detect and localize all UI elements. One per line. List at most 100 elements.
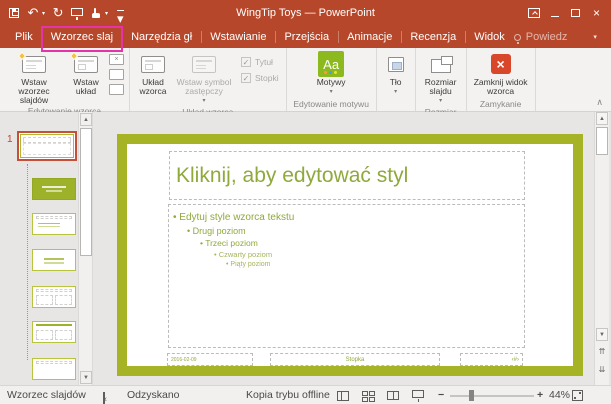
slideshow-button[interactable] xyxy=(410,389,426,402)
slide-master-thumbnail[interactable] xyxy=(17,131,77,161)
layout-thumbnail-title-only[interactable] xyxy=(32,358,76,380)
title-placeholder[interactable]: Kliknij, aby edytować styl xyxy=(169,151,525,200)
tell-me-dropdown-icon[interactable]: ▾ xyxy=(593,33,597,41)
master-checkboxes: ✓ Tytuł ✓ Stopki xyxy=(235,50,283,83)
preserve-master-button[interactable] xyxy=(109,84,124,95)
insert-placeholder-button[interactable]: Wstaw symbol zastępczy ▾ xyxy=(173,50,235,106)
thumbnails-scrollbar[interactable]: ▲ ▼ xyxy=(78,112,93,385)
layout-thumbnail-title[interactable] xyxy=(32,178,76,200)
touch-mode-dropdown-icon[interactable]: ▾ xyxy=(105,10,108,17)
rename-master-button[interactable] xyxy=(109,69,124,80)
monitor-icon xyxy=(71,8,83,16)
reading-view-button[interactable] xyxy=(385,389,401,402)
dropdown-arrow-icon: ▾ xyxy=(202,97,205,106)
slideshow-icon xyxy=(412,390,424,398)
save-icon[interactable] xyxy=(8,6,20,20)
zoom-percentage[interactable]: 44% xyxy=(549,386,570,404)
undo-button[interactable]: ↶ xyxy=(27,6,39,20)
scroll-down-icon[interactable]: ▼ xyxy=(80,371,92,384)
tab-slide-master[interactable]: Wzorzec slaj xyxy=(42,26,122,48)
scroll-down-icon[interactable]: ▼ xyxy=(596,328,608,341)
slide-sorter-button[interactable] xyxy=(360,389,376,402)
tab-transitions[interactable]: Przejścia xyxy=(275,26,338,48)
sparkle-icon xyxy=(18,51,26,59)
tab-review[interactable]: Recenzja xyxy=(401,26,465,48)
proofing-status-icon[interactable] xyxy=(103,386,105,404)
slide-size-label: Rozmiar slajdu xyxy=(422,78,460,96)
group-edit-theme: Aa Motywy ▾ Edytowanie motywu xyxy=(287,48,377,111)
more-icon: ▾ xyxy=(117,8,125,18)
themes-button[interactable]: Aa Motywy ▾ xyxy=(303,50,359,97)
tell-me-box[interactable]: Powiedz xyxy=(514,31,568,43)
tell-me-label: Powiedz xyxy=(526,31,568,43)
zoom-slider-track[interactable] xyxy=(450,395,534,397)
tab-home[interactable]: Narzędzia gł xyxy=(122,26,201,48)
touch-mode-button[interactable] xyxy=(90,6,102,20)
scrollbar-thumb[interactable] xyxy=(596,127,608,155)
minimize-icon xyxy=(551,16,559,17)
background-button[interactable]: Tło ▾ xyxy=(380,50,412,97)
redo-button[interactable]: ↻ xyxy=(52,6,64,20)
insert-slide-master-button[interactable]: Wstaw wzorzec slajdów xyxy=(3,50,65,105)
collapse-ribbon-icon[interactable]: ∧ xyxy=(596,97,603,108)
slide-size-button[interactable]: Rozmiar slajdu ▾ xyxy=(419,50,463,106)
undo-dropdown-icon[interactable]: ▾ xyxy=(42,10,45,17)
themes-label: Motywy xyxy=(317,78,346,87)
layout-thumbnail-two-content[interactable] xyxy=(32,286,76,308)
close-master-view-button[interactable]: × Zamknij widok wzorca xyxy=(470,50,532,96)
previous-slide-button[interactable]: ⇈ xyxy=(596,346,608,359)
vertical-scrollbar[interactable]: ▲ ▼ ⇈ ⇊ xyxy=(594,112,609,385)
footer-placeholder[interactable]: Stopka xyxy=(270,353,440,366)
start-slideshow-button[interactable] xyxy=(71,6,83,20)
title-bar: ↶ ▾ ↻ ▾ ▾ WingTip Toys — PowerPoint × xyxy=(0,0,611,26)
group-size: Rozmiar slajdu ▾ Rozmiar xyxy=(416,48,467,111)
close-master-view-label: Zamknij widok wzorca xyxy=(473,78,529,96)
slide-master-canvas[interactable]: Kliknij, aby edytować styl Edytuj style … xyxy=(117,134,583,376)
body-placeholder[interactable]: Edytuj style wzorca tekstu Drugi poziom … xyxy=(168,204,525,348)
checkbox-checked-icon: ✓ xyxy=(241,57,251,67)
tab-animations[interactable]: Animacje xyxy=(338,26,401,48)
date-placeholder[interactable]: 2016-02-09 xyxy=(167,353,253,366)
title-checkbox-label: Tytuł xyxy=(255,57,273,67)
customize-qat-button[interactable]: ▾ xyxy=(115,6,127,20)
next-slide-button[interactable]: ⇊ xyxy=(596,364,608,377)
group-label-close: Zamykanie xyxy=(470,98,532,111)
window-controls: × xyxy=(525,4,611,22)
master-layout-icon xyxy=(141,56,165,73)
zoom-in-button[interactable]: + xyxy=(537,386,543,404)
workspace: 1 ▲ ▼ Kliknij, aby edytować styl Edytuj … xyxy=(0,112,611,385)
reading-view-icon xyxy=(387,391,399,400)
group-edit-master: Wstaw wzorzec slajdów Wstaw układ × Edyt… xyxy=(0,48,130,111)
minimize-button[interactable] xyxy=(546,4,563,22)
close-button[interactable]: × xyxy=(588,4,605,22)
ribbon-display-options-button[interactable] xyxy=(525,4,542,22)
layout-thumbnail-title-content[interactable] xyxy=(32,213,76,235)
delete-master-button[interactable]: × xyxy=(109,54,124,65)
tab-insert[interactable]: Wstawianie xyxy=(201,26,275,48)
status-offline-copy: Kopia trybu offline xyxy=(246,386,330,404)
dropdown-arrow-icon: ▾ xyxy=(394,88,397,97)
floppy-icon xyxy=(9,8,19,18)
slide-number-label: 1 xyxy=(7,134,13,145)
slidenumber-placeholder[interactable]: ‹#› xyxy=(460,353,523,366)
maximize-button[interactable] xyxy=(567,4,584,22)
title-checkbox[interactable]: ✓ Tytuł xyxy=(241,57,279,67)
tab-file[interactable]: Plik xyxy=(6,26,42,48)
fit-to-window-icon[interactable] xyxy=(572,390,583,401)
zoom-slider-thumb[interactable] xyxy=(469,390,474,401)
dropdown-arrow-icon: ▾ xyxy=(330,88,333,97)
scrollbar-thumb[interactable] xyxy=(80,128,92,256)
bullet-level-1: Edytuj style wzorca tekstu xyxy=(173,210,524,225)
scroll-up-icon[interactable]: ▲ xyxy=(596,112,608,125)
scroll-up-icon[interactable]: ▲ xyxy=(80,113,92,126)
layout-thumbnail-comparison[interactable] xyxy=(32,321,76,343)
insert-layout-button[interactable]: Wstaw układ xyxy=(65,50,107,96)
zoom-out-button[interactable]: − xyxy=(438,386,444,404)
footers-checkbox[interactable]: ✓ Stopki xyxy=(241,73,279,83)
dropdown-arrow-icon: ▾ xyxy=(439,97,442,106)
layout-thumbnail-section[interactable] xyxy=(32,249,76,271)
insert-placeholder-label: Wstaw symbol zastępczy xyxy=(176,78,232,96)
master-layout-button[interactable]: Układ wzorca xyxy=(133,50,173,96)
tab-view[interactable]: Widok xyxy=(465,26,514,48)
normal-view-button[interactable] xyxy=(335,389,351,402)
